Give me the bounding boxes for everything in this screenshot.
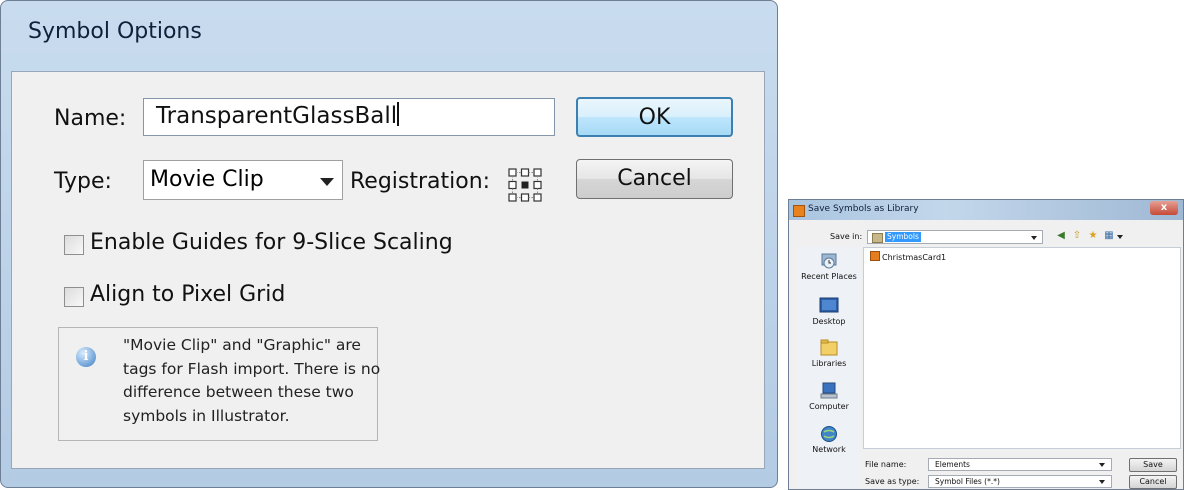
type-select-value: Movie Clip (150, 167, 264, 192)
file-icon (870, 251, 880, 261)
save-in-label: Save in: (830, 232, 863, 241)
file-item-label: ChristmasCard1 (882, 253, 947, 262)
chevron-down-icon[interactable] (1099, 463, 1105, 467)
place-label: Recent Places (801, 272, 857, 281)
dialog-body: Name: TransparentGlassBall OK Type: Movi… (11, 71, 765, 469)
chevron-down-icon[interactable] (1031, 236, 1037, 240)
computer-icon (820, 382, 838, 399)
chevron-down-icon[interactable] (320, 178, 334, 186)
save-as-type-label: Save as type: (865, 477, 920, 486)
enable-guides-label[interactable]: Enable Guides for 9-Slice Scaling (90, 230, 453, 255)
place-label: Computer (809, 402, 849, 411)
align-pixel-grid-checkbox[interactable] (64, 287, 84, 307)
place-computer[interactable]: Computer (797, 382, 861, 411)
app-icon (793, 205, 805, 217)
place-desktop[interactable]: Desktop (797, 297, 861, 326)
name-input-value: TransparentGlassBall (156, 103, 398, 129)
cancel-button[interactable]: Cancel (576, 159, 733, 199)
info-box: i "Movie Clip" and "Graphic" are tags fo… (58, 327, 380, 441)
name-input[interactable]: TransparentGlassBall (143, 98, 555, 136)
cancel-button[interactable]: Cancel (1129, 475, 1177, 489)
back-icon[interactable]: ◀ (1055, 230, 1067, 242)
file-name-label: File name: (865, 460, 907, 469)
save-in-value: Symbols (885, 232, 921, 242)
align-pixel-grid-label[interactable]: Align to Pixel Grid (90, 282, 285, 307)
info-text: "Movie Clip" and "Graphic" are tags for … (123, 336, 381, 425)
libraries-icon (820, 339, 838, 356)
chevron-down-icon[interactable] (1117, 235, 1123, 239)
type-select[interactable]: Movie Clip (143, 160, 343, 200)
place-label: Network (812, 445, 846, 454)
place-label: Libraries (811, 359, 847, 368)
list-item[interactable]: ChristmasCard1 (870, 251, 946, 262)
ok-button[interactable]: OK (576, 97, 733, 137)
file-list[interactable]: ChristmasCard1 (863, 247, 1181, 449)
symbol-options-dialog: Symbol Options Name: TransparentGlassBal… (0, 0, 778, 488)
registration-label: Registration: (350, 169, 491, 194)
type-label: Type: (54, 169, 112, 194)
desktop-icon (819, 297, 839, 313)
view-menu-icon[interactable]: ▦ (1103, 230, 1115, 242)
title-bar: Save Symbols as Library x (789, 200, 1183, 220)
name-label: Name: (54, 106, 127, 131)
enable-guides-checkbox[interactable] (64, 235, 84, 255)
place-recent-places[interactable]: Recent Places (797, 252, 861, 281)
info-icon: i (76, 347, 96, 367)
save-button[interactable]: Save (1129, 458, 1177, 472)
up-folder-icon[interactable]: ⇧ (1071, 230, 1083, 242)
place-label: Desktop (812, 317, 846, 326)
dialog-title: Save Symbols as Library (808, 204, 919, 214)
network-icon (821, 426, 837, 442)
place-libraries[interactable]: Libraries (797, 339, 861, 368)
save-library-dialog: Save Symbols as Library x Save in: Symbo… (788, 199, 1184, 490)
save-as-type-value: Symbol Files (*.*) (935, 477, 1000, 486)
place-network[interactable]: Network (797, 425, 861, 454)
new-folder-icon[interactable]: ★ (1087, 230, 1099, 242)
folder-icon (872, 233, 883, 243)
recent-places-icon (821, 253, 837, 269)
text-caret (397, 102, 400, 126)
dialog-title: Symbol Options (28, 19, 202, 44)
places-bar: Recent Places Desktop Libraries Computer… (797, 247, 861, 488)
save-as-type-select[interactable]: Symbol Files (*.*) (928, 475, 1112, 488)
save-in-select[interactable]: Symbols (867, 230, 1043, 244)
registration-grid-icon[interactable] (507, 167, 543, 203)
chevron-down-icon[interactable] (1099, 480, 1105, 484)
close-button[interactable]: x (1150, 201, 1178, 215)
file-name-value: Elements (935, 460, 970, 469)
file-name-input[interactable]: Elements (928, 458, 1112, 471)
